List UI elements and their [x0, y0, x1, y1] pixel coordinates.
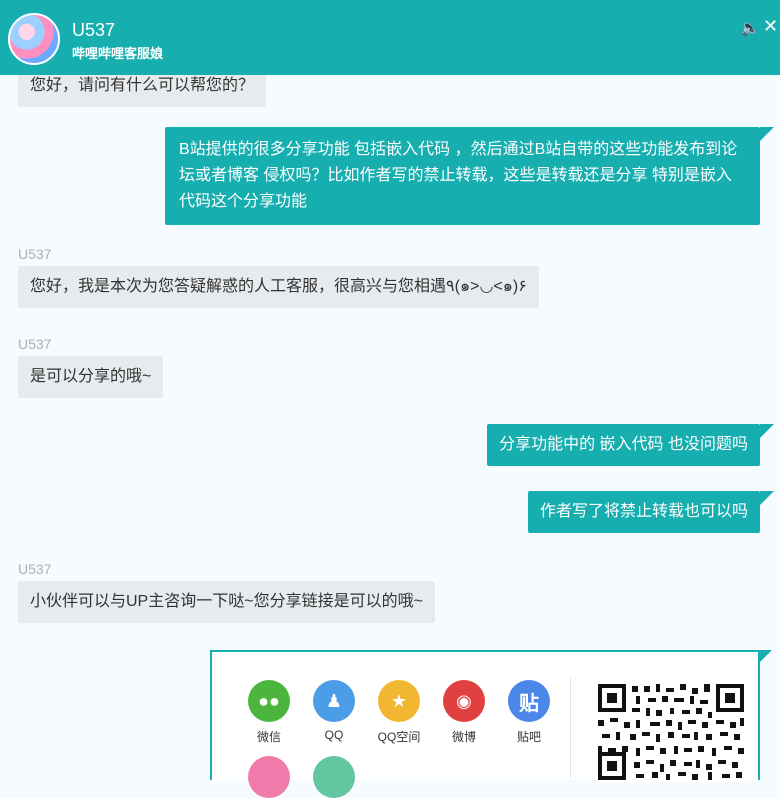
avatar	[8, 13, 60, 65]
message-text: 作者写了将禁止转载也可以吗	[527, 491, 760, 533]
qzone-icon: ★	[378, 680, 420, 722]
message-text: B站提供的很多分享功能 包括嵌入代码 ，然后通过B站自带的这些功能发布到论坛或者…	[165, 127, 760, 225]
share-tieba-button[interactable]: 贴 贴吧	[502, 680, 556, 745]
chat-header: U537 哔哩哔哩客服娘 🔈 ✕	[0, 0, 780, 75]
message-text: 分享功能中的 嵌入代码 也没问题吗	[487, 424, 760, 466]
qr-code-icon	[596, 682, 746, 782]
share-more-icon[interactable]	[248, 756, 290, 798]
wechat-icon: ●●	[248, 680, 290, 722]
message-text: 是可以分享的哦~	[18, 356, 164, 398]
sender-label: U537	[18, 561, 52, 577]
share-label: 贴吧	[516, 730, 541, 744]
agent-message: 小伙伴可以与UP主咨询一下哒~您分享链接是可以的哦~	[18, 581, 435, 623]
share-wechat-button[interactable]: ●● 微信	[242, 680, 296, 745]
tieba-icon: 贴	[508, 680, 550, 722]
qq-icon: ♟	[313, 680, 355, 722]
share-label: QQ空间	[377, 730, 421, 744]
share-qq-button[interactable]: ♟ QQ	[307, 680, 361, 742]
share-weibo-button[interactable]: ◉ 微博	[437, 680, 491, 745]
agent-message: 您好，我是本次为您答疑解惑的人工客服，很高兴与您相遇٩(๑>◡<๑)۶	[18, 266, 539, 308]
agent-message: 是可以分享的哦~	[18, 356, 164, 398]
weibo-icon: ◉	[443, 680, 485, 722]
share-qzone-button[interactable]: ★ QQ空间	[372, 680, 426, 745]
agent-role: 哔哩哔哩客服娘	[72, 46, 164, 61]
sender-label: U537	[18, 246, 52, 262]
message-text: 小伙伴可以与UP主咨询一下哒~您分享链接是可以的哦~	[18, 581, 435, 623]
sound-icon[interactable]: 🔈	[740, 18, 760, 38]
user-message: 分享功能中的 嵌入代码 也没问题吗	[487, 424, 774, 466]
share-panel: ●● 微信 ♟ QQ ★ QQ空间 ◉ 微博 贴 贴吧	[210, 650, 772, 798]
agent-name: U537	[72, 20, 116, 40]
user-message: 作者写了将禁止转载也可以吗	[527, 491, 774, 533]
message-text: 您好，我是本次为您答疑解惑的人工客服，很高兴与您相遇٩(๑>◡<๑)۶	[18, 266, 539, 308]
share-label: QQ	[324, 728, 344, 742]
share-more-icon[interactable]	[313, 756, 355, 798]
close-icon[interactable]: ✕	[763, 16, 778, 37]
divider	[570, 678, 571, 778]
share-label: 微信	[256, 730, 281, 744]
user-message: B站提供的很多分享功能 包括嵌入代码 ，然后通过B站自带的这些功能发布到论坛或者…	[165, 127, 774, 225]
share-label: 微博	[451, 730, 476, 744]
sender-label: U537	[18, 336, 52, 352]
